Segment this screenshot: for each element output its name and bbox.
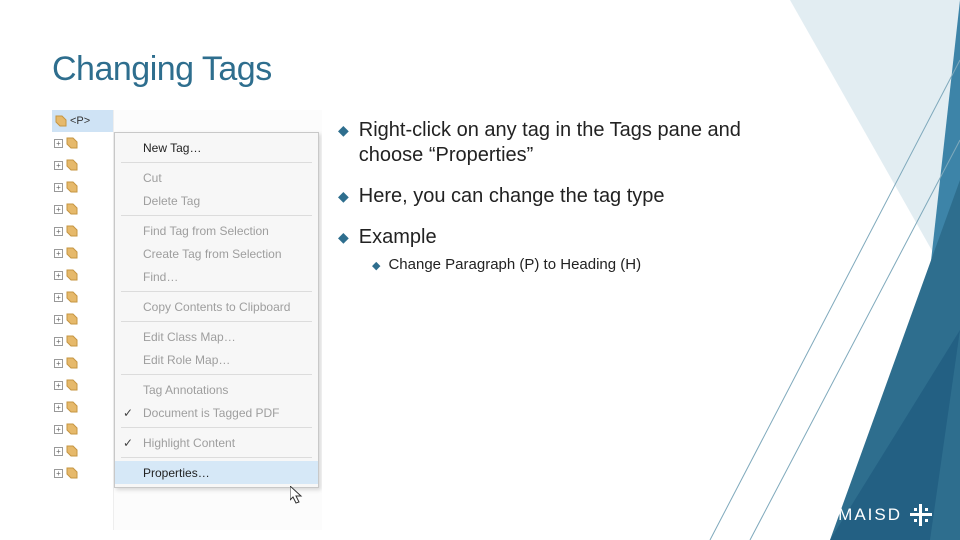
- bullet-text: Example: [359, 225, 437, 250]
- context-menu-separator: [121, 321, 312, 322]
- bullet-3: ◆ Example: [338, 225, 768, 250]
- bullet-1: ◆ Right-click on any tag in the Tags pan…: [338, 118, 768, 168]
- logo-mark-icon: [910, 504, 932, 526]
- tree-row[interactable]: +: [52, 198, 113, 220]
- context-menu: New Tag… CutDelete Tag Find Tag from Selec…: [114, 132, 319, 488]
- tag-icon: [65, 224, 79, 238]
- tree-row[interactable]: +: [52, 220, 113, 242]
- context-menu-separator: [121, 162, 312, 163]
- context-menu-item[interactable]: New Tag…: [115, 136, 318, 159]
- bullet-content: ◆ Right-click on any tag in the Tags pan…: [338, 118, 768, 273]
- tag-icon: [65, 246, 79, 260]
- expand-icon[interactable]: +: [54, 359, 63, 368]
- context-menu-separator: [121, 427, 312, 428]
- expand-icon[interactable]: +: [54, 403, 63, 412]
- screenshot-panel: <P> // no-op placeholder so structure be…: [52, 110, 322, 530]
- tree-row[interactable]: +: [52, 352, 113, 374]
- tree-row[interactable]: +: [52, 176, 113, 198]
- bullet-icon: ◆: [338, 229, 349, 250]
- tree-row[interactable]: +: [52, 440, 113, 462]
- bullet-text: Right-click on any tag in the Tags pane …: [359, 118, 768, 168]
- expand-icon[interactable]: +: [54, 293, 63, 302]
- tag-icon: [54, 114, 68, 128]
- expand-icon[interactable]: +: [54, 425, 63, 434]
- expand-icon[interactable]: +: [54, 183, 63, 192]
- tree-row[interactable]: +: [52, 242, 113, 264]
- tree-row[interactable]: +: [52, 264, 113, 286]
- context-menu-separator: [121, 457, 312, 458]
- tag-icon: [65, 158, 79, 172]
- context-menu-item: Find…: [115, 265, 318, 288]
- tag-icon: [65, 466, 79, 480]
- expand-icon[interactable]: +: [54, 469, 63, 478]
- context-menu-item[interactable]: Properties…: [115, 461, 318, 484]
- tag-icon: [65, 334, 79, 348]
- sub-bullet-1: ◆ Change Paragraph (P) to Heading (H): [372, 256, 768, 273]
- logo: MAISD: [838, 504, 932, 526]
- expand-icon[interactable]: +: [54, 381, 63, 390]
- bullet-icon: ◆: [338, 122, 349, 168]
- tags-tree: <P> // no-op placeholder so structure be…: [52, 110, 114, 530]
- cursor-icon: [290, 486, 304, 504]
- tree-row[interactable]: +: [52, 374, 113, 396]
- tag-icon: [65, 136, 79, 150]
- tag-icon: [65, 444, 79, 458]
- expand-icon[interactable]: +: [54, 337, 63, 346]
- bullet-text: Here, you can change the tag type: [359, 184, 665, 209]
- context-menu-item: Cut: [115, 166, 318, 189]
- tag-icon: [65, 422, 79, 436]
- bullet-2: ◆ Here, you can change the tag type: [338, 184, 768, 209]
- tree-label: <P>: [70, 115, 90, 127]
- bullet-icon: ◆: [372, 259, 380, 273]
- context-menu-item: Find Tag from Selection: [115, 219, 318, 242]
- sub-bullet-text: Change Paragraph (P) to Heading (H): [388, 256, 641, 273]
- context-menu-separator: [121, 291, 312, 292]
- tree-row[interactable]: +: [52, 286, 113, 308]
- expand-icon[interactable]: +: [54, 271, 63, 280]
- tag-icon: [65, 312, 79, 326]
- tree-row-selected[interactable]: <P>: [52, 110, 113, 132]
- expand-icon[interactable]: +: [54, 161, 63, 170]
- context-menu-item: Create Tag from Selection: [115, 242, 318, 265]
- expand-icon[interactable]: +: [54, 315, 63, 324]
- context-menu-item: Edit Role Map…: [115, 348, 318, 371]
- tree-row[interactable]: +: [52, 396, 113, 418]
- tree-row[interactable]: +: [52, 132, 113, 154]
- expand-icon[interactable]: +: [54, 249, 63, 258]
- tag-icon: [65, 290, 79, 304]
- tag-icon: [65, 268, 79, 282]
- tree-row[interactable]: +: [52, 308, 113, 330]
- logo-text: MAISD: [838, 505, 902, 525]
- expand-icon[interactable]: +: [54, 205, 63, 214]
- tag-icon: [65, 400, 79, 414]
- tree-row[interactable]: +: [52, 462, 113, 484]
- tag-icon: [65, 180, 79, 194]
- tree-row[interactable]: +: [52, 154, 113, 176]
- tag-icon: [65, 202, 79, 216]
- context-menu-item: Delete Tag: [115, 189, 318, 212]
- tree-row[interactable]: +: [52, 330, 113, 352]
- tag-icon: [65, 356, 79, 370]
- expand-icon[interactable]: +: [54, 139, 63, 148]
- tree-row[interactable]: +: [52, 418, 113, 440]
- context-menu-separator: [121, 215, 312, 216]
- context-menu-item: Document is Tagged PDF: [115, 401, 318, 424]
- context-menu-item: Edit Class Map…: [115, 325, 318, 348]
- expand-icon[interactable]: +: [54, 447, 63, 456]
- slide-title: Changing Tags: [52, 50, 272, 89]
- context-menu-separator: [121, 374, 312, 375]
- context-menu-item: Highlight Content: [115, 431, 318, 454]
- tag-icon: [65, 378, 79, 392]
- expand-icon[interactable]: +: [54, 227, 63, 236]
- bullet-icon: ◆: [338, 188, 349, 209]
- context-menu-item: Copy Contents to Clipboard: [115, 295, 318, 318]
- context-menu-item: Tag Annotations: [115, 378, 318, 401]
